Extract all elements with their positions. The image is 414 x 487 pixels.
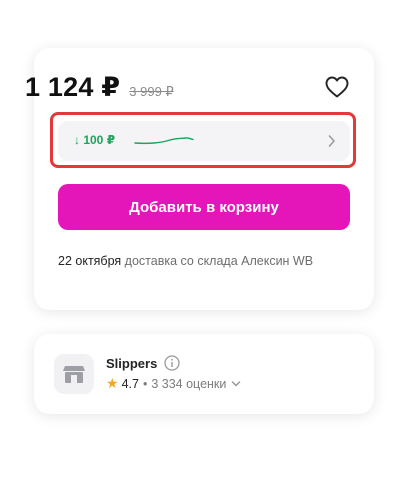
chevron-right-icon xyxy=(328,135,335,147)
chevron-down-icon xyxy=(232,380,241,386)
delivery-info: 22 октября доставка со склада Алексин WB xyxy=(58,251,328,271)
seller-rating[interactable]: ★ 4.7 • 3 334 оценки xyxy=(106,375,241,392)
price-history-button[interactable]: ↓ 100 ₽ xyxy=(58,121,350,161)
delivery-date: 22 октября xyxy=(58,254,122,268)
price-row: 1 124 ₽ 3 999 ₽ xyxy=(25,72,174,103)
heart-outline-icon[interactable] xyxy=(325,76,349,98)
reviews-count: 3 334 оценки xyxy=(151,376,227,391)
rating-value: 4.7 xyxy=(121,376,139,391)
separator-dot: • xyxy=(142,376,148,391)
old-price: 3 999 ₽ xyxy=(129,84,174,99)
delivery-text: доставка со склада Алексин WB xyxy=(124,254,314,268)
star-icon: ★ xyxy=(106,375,119,391)
add-to-cart-button[interactable]: Добавить в корзину xyxy=(58,184,350,230)
price-drop-label: ↓ 100 ₽ xyxy=(74,133,116,147)
seller-name[interactable]: Slippers xyxy=(106,356,157,371)
price-sparkline xyxy=(134,137,194,145)
current-price: 1 124 ₽ xyxy=(25,72,121,102)
info-icon[interactable] xyxy=(164,355,180,371)
store-icon xyxy=(54,354,94,394)
